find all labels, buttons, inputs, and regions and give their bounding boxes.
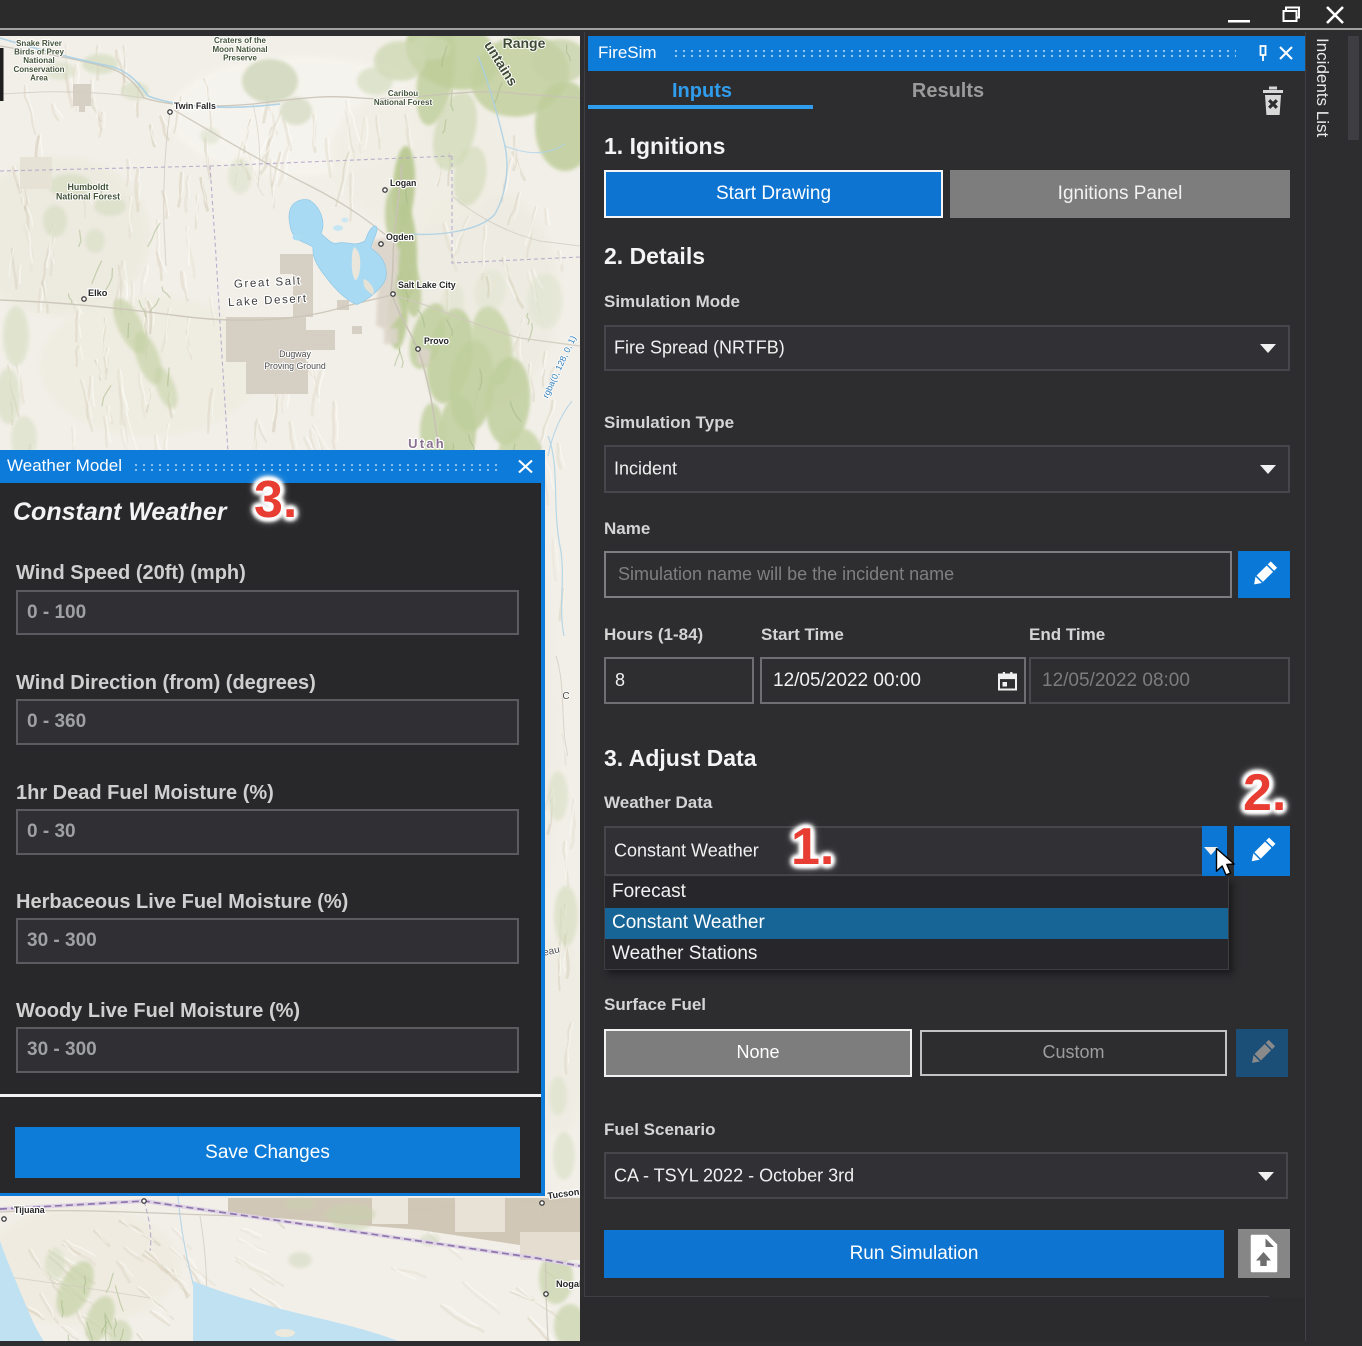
svg-text:Nogale: Nogale bbox=[556, 1279, 580, 1289]
svg-text:Moon National: Moon National bbox=[212, 45, 267, 54]
svg-text:Range: Range bbox=[503, 36, 546, 51]
svg-text:Utah: Utah bbox=[408, 436, 446, 451]
svg-text:Provo: Provo bbox=[424, 336, 450, 346]
svg-text:National Forest: National Forest bbox=[374, 98, 433, 107]
svg-text:Caribou: Caribou bbox=[388, 89, 418, 98]
svg-text:Area: Area bbox=[30, 73, 48, 82]
svg-text:Proving Ground: Proving Ground bbox=[264, 361, 326, 371]
svg-text:Dugway: Dugway bbox=[279, 349, 311, 359]
svg-text:Preserve: Preserve bbox=[223, 54, 257, 63]
svg-text:Humboldt: Humboldt bbox=[67, 182, 108, 192]
svg-text:National Forest: National Forest bbox=[56, 192, 120, 202]
svg-text:Elko: Elko bbox=[88, 288, 108, 298]
svg-text:Twin Falls: Twin Falls bbox=[174, 101, 216, 111]
svg-text:Ogden: Ogden bbox=[386, 232, 414, 242]
svg-text:Tijuana: Tijuana bbox=[14, 1205, 45, 1215]
svg-text:Salt Lake City: Salt Lake City bbox=[398, 280, 456, 290]
svg-text:Craters of the: Craters of the bbox=[214, 36, 267, 45]
svg-text:C: C bbox=[562, 691, 569, 702]
svg-text:Logan: Logan bbox=[390, 178, 416, 188]
